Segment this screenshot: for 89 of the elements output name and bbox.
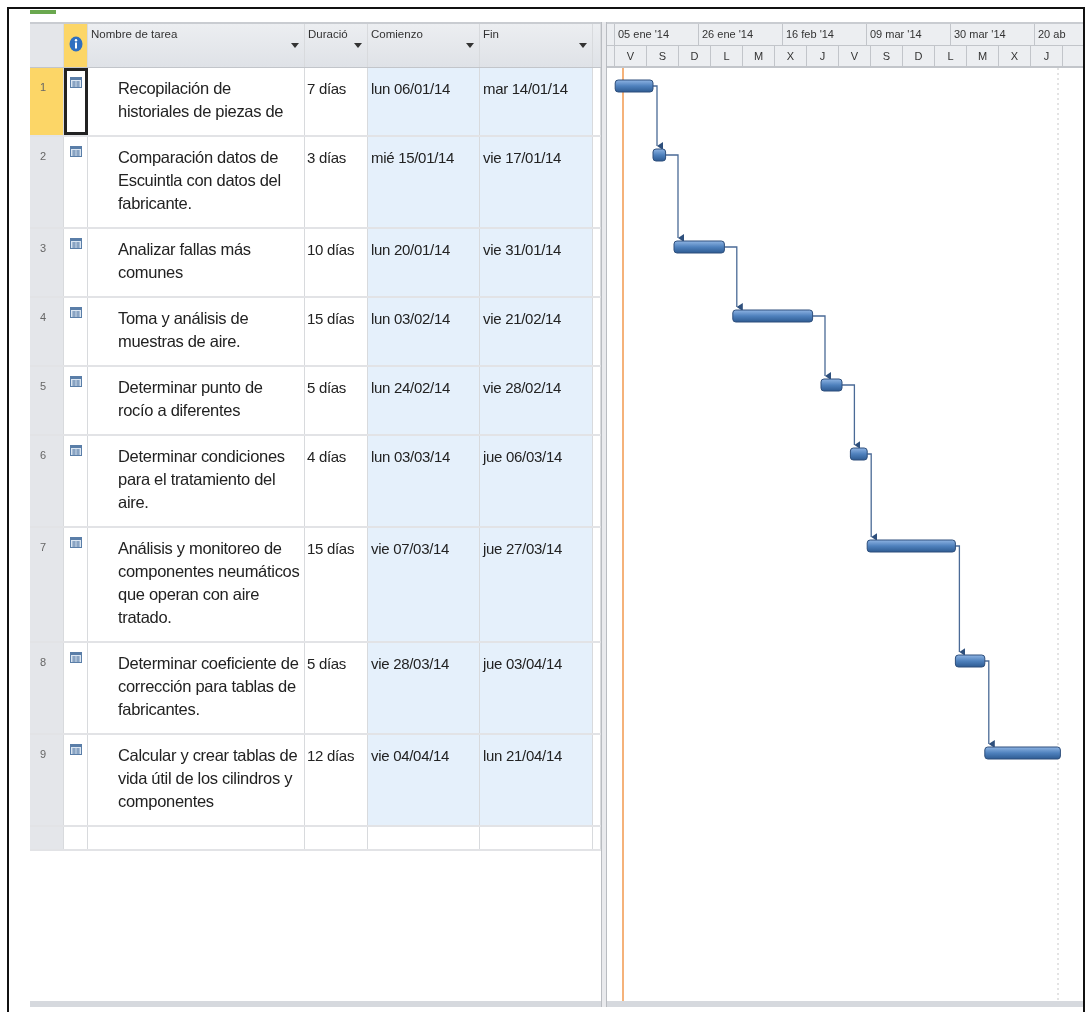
timescale-label: 20 ab [1038,28,1066,40]
table-cell: lun 03/03/14 [368,436,480,526]
task-bar[interactable] [652,148,667,162]
dropdown-icon[interactable] [291,43,299,48]
table-cell: Calcular y crear tablas de vida útil de los cilindros y componentes [88,735,305,825]
table-icon [69,238,82,249]
timescale-label: S [658,49,667,62]
table-icon [69,744,82,755]
task-bar[interactable] [849,447,868,461]
timescale-label: 30 mar '14 [954,28,1006,40]
info-icon [68,36,83,52]
row-number[interactable]: 4 [30,298,64,365]
task-bar[interactable] [954,654,986,668]
task-bar[interactable] [614,79,654,93]
timescale-label: M [977,49,988,62]
table-cell: Análisis y monitoreo de componentes neumáticos que operan con aire tratado. [88,528,305,641]
table-cell: jue 06/03/14 [480,436,593,526]
table-icon [69,445,82,456]
timescale-label: J [1043,49,1050,62]
row-number[interactable]: 8 [30,643,64,733]
table-icon [69,77,82,88]
row-number[interactable]: 5 [30,367,64,434]
timescale-label: X [1010,49,1019,62]
timescale-label: M [753,49,764,62]
table-cell: vie 21/02/14 [480,298,593,365]
dependency-arrow [723,246,743,311]
timescale-label: X [786,49,795,62]
task-bar[interactable] [984,746,1061,760]
task-bar[interactable] [732,309,814,323]
table-icon [69,146,82,157]
table-icon [69,652,82,663]
table-cell: mar 14/01/14 [480,68,593,135]
row-number[interactable]: 7 [30,528,64,641]
table-cell: vie 31/01/14 [480,229,593,296]
row-number[interactable]: 2 [30,137,64,227]
table-cell: mié 15/01/14 [368,137,480,227]
table-cell: Toma y análisis de muestras de aire. [88,298,305,365]
table-icon [69,376,82,387]
row-number[interactable]: 9 [30,735,64,825]
table-cell: vie 28/03/14 [368,643,480,733]
table-icon [69,307,82,318]
table-cell: Determinar condiciones para el tratamiento del aire. [88,436,305,526]
table-cell: Comparación datos de Escuintla con datos del fabricante. [88,137,305,227]
timescale-label: 16 feb '14 [786,28,834,40]
table-cell: jue 03/04/14 [480,643,593,733]
dependency-arrow [841,384,861,449]
column-title: Comienzo [371,28,423,40]
corner-cell[interactable] [30,24,64,67]
table-cell: lun 03/02/14 [368,298,480,365]
task-bar[interactable] [866,539,956,553]
dropdown-icon[interactable] [354,43,362,48]
timescale-label: 09 mar '14 [870,28,922,40]
timescale-label: 05 ene '14 [618,28,670,40]
dropdown-icon[interactable] [579,43,587,48]
timescale-label: V [626,49,635,62]
timescale-label: V [850,49,859,62]
timescale-label: 26 ene '14 [702,28,754,40]
timescale-label: J [819,49,826,62]
timescale-label: L [723,49,730,62]
table-cell: vie 04/04/14 [368,735,480,825]
table-cell: Analizar fallas más comunes [88,229,305,296]
tab-marker [30,10,56,14]
row-number[interactable]: 6 [30,436,64,526]
table-cell: Recopilación de historiales de piezas de [88,68,305,135]
column-title: Nombre de tarea [91,28,178,40]
dependency-arrow [811,315,831,380]
task-bar[interactable] [673,240,725,254]
table-icon [69,537,82,548]
table-cell: vie 07/03/14 [368,528,480,641]
timescale-label: L [947,49,954,62]
table-cell: jue 27/03/14 [480,528,593,641]
timescale-label: S [882,49,891,62]
table-cell: vie 28/02/14 [480,367,593,434]
table-cell: lun 21/04/14 [480,735,593,825]
column-title: Fin [483,28,499,40]
dropdown-icon[interactable] [466,43,474,48]
table-cell: Determinar punto de rocío a diferentes [88,367,305,434]
task-bar[interactable] [820,378,843,392]
table-cell: lun 24/02/14 [368,367,480,434]
dependency-arrow [652,85,663,150]
timescale-label: D [690,49,699,62]
table-cell: vie 17/01/14 [480,137,593,227]
table-cell: Determinar coeficiente de corrección para tablas de fabricantes. [88,643,305,733]
row-number[interactable]: 3 [30,229,64,296]
column-title: Duració [308,28,348,40]
table-cell: lun 20/01/14 [368,229,480,296]
table-cell: lun 06/01/14 [368,68,480,135]
timescale-label: D [914,49,923,62]
row-number[interactable]: 1 [30,68,64,135]
